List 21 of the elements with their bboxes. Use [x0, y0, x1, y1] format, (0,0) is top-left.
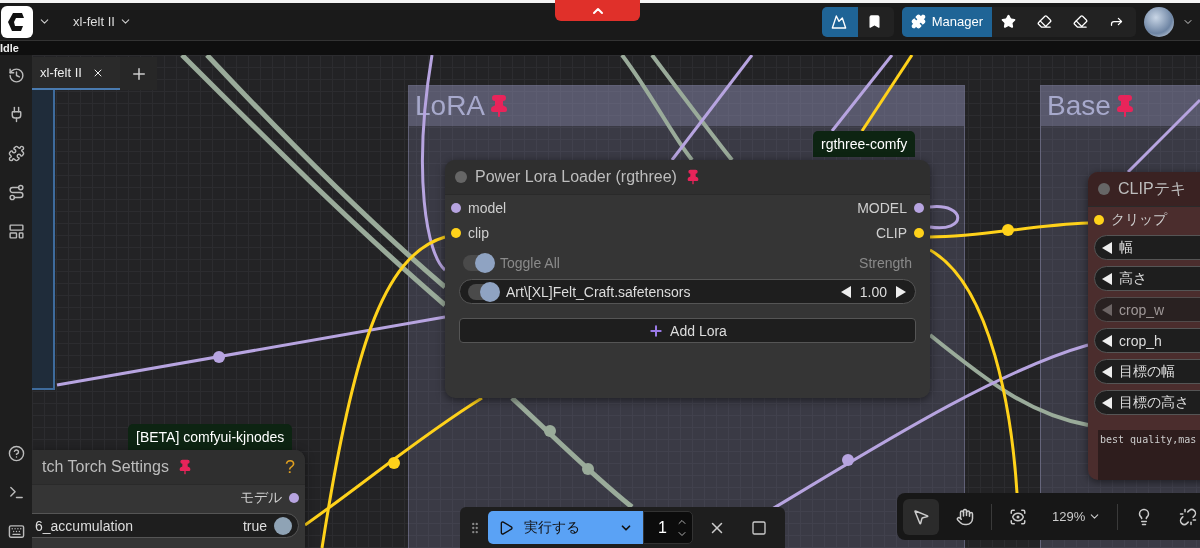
- input-label: clip: [468, 224, 489, 241]
- lora-name: Art\[XL]Felt_Craft.safetensors: [506, 283, 692, 300]
- output-label: CLIP: [875, 224, 907, 241]
- toggle-all-label: Toggle All: [500, 255, 560, 271]
- widget-label: 目標の高さ: [1119, 393, 1189, 412]
- widget-label: crop_h: [1119, 332, 1162, 349]
- widget-label: 高さ: [1119, 269, 1147, 288]
- widget-label: 6_accumulation: [35, 517, 134, 534]
- output-label: MODEL: [857, 199, 907, 216]
- widget-value: true: [242, 517, 267, 534]
- input-label: クリップ: [1111, 210, 1167, 229]
- strength-value: 1.00: [859, 283, 887, 300]
- widget-label: crop_w: [1119, 301, 1165, 318]
- widget-label: 幅: [1119, 238, 1133, 257]
- input-label: model: [468, 199, 507, 216]
- output-label: モデル: [240, 488, 282, 507]
- status-text: Idle: [0, 42, 19, 54]
- source-tag: [BETA] comfyui-kjnodes: [128, 424, 293, 450]
- source-tag: rgthree-comfy: [813, 131, 916, 157]
- strength-label: Strength: [859, 255, 912, 271]
- widget-label: 目標の幅: [1119, 362, 1175, 381]
